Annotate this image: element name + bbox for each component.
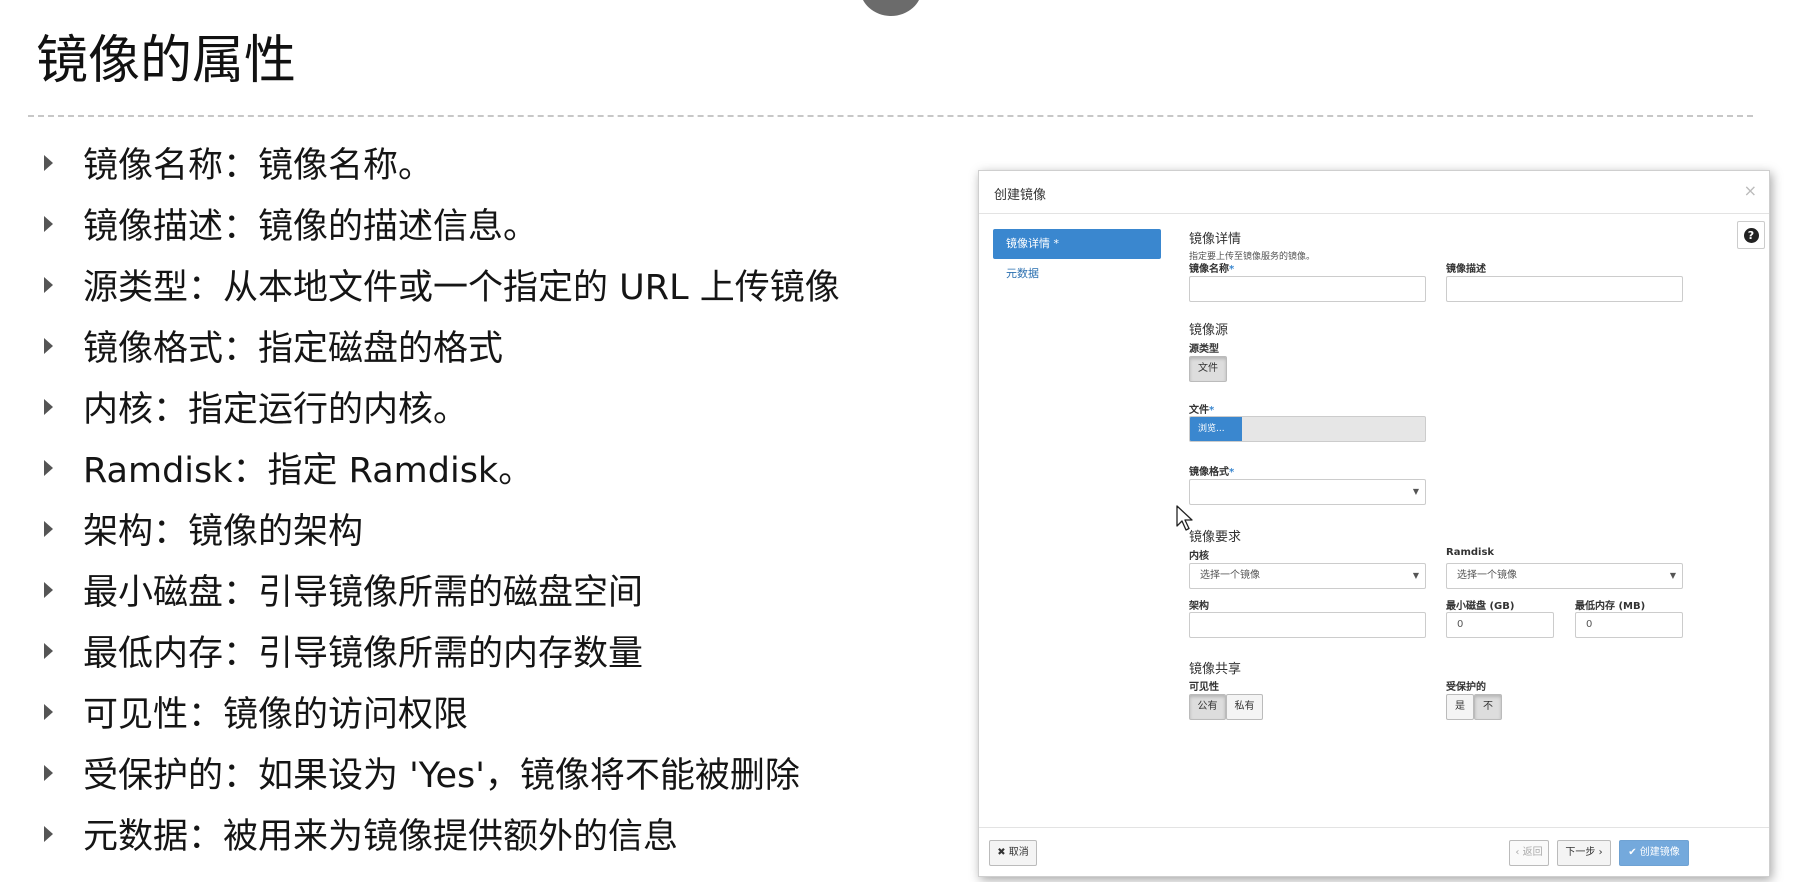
- create-image-dialog: 创建镜像 × 镜像详情 * 元数据 ? 镜像详情 指定要上传至镜像服务的镜像。 …: [978, 170, 1770, 877]
- bullet-item: 源类型：从本地文件或一个指定的 URL 上传镜像: [40, 254, 840, 315]
- triangle-bullet-icon: [44, 398, 53, 415]
- create-image-button[interactable]: ✔ 创建镜像: [1619, 840, 1689, 866]
- min-ram-label: 最低内存 (MB): [1575, 601, 1646, 612]
- bullet-item: 元数据：被用来为镜像提供额外的信息: [40, 803, 840, 864]
- mouse-pointer-icon: [1176, 505, 1193, 531]
- triangle-bullet-icon: [44, 642, 53, 659]
- kernel-label: 内核: [1189, 551, 1209, 562]
- slide-title: 镜像的属性: [36, 31, 297, 91]
- triangle-bullet-icon: [44, 215, 53, 232]
- next-button[interactable]: 下一步 ›: [1557, 840, 1611, 866]
- triangle-bullet-icon: [44, 764, 53, 781]
- question-icon: ?: [1743, 227, 1759, 243]
- bullet-list: 镜像名称：镜像名称。 镜像描述：镜像的描述信息。 源类型：从本地文件或一个指定的…: [40, 132, 840, 864]
- visibility-public-button[interactable]: 公有: [1189, 694, 1226, 720]
- cancel-button[interactable]: ✖ 取消: [989, 840, 1037, 866]
- back-button[interactable]: ‹ 返回: [1509, 840, 1549, 866]
- min-ram-input[interactable]: 0: [1575, 612, 1683, 638]
- source-type-label: 源类型: [1189, 344, 1219, 355]
- sidebar-item-metadata[interactable]: 元数据: [993, 259, 1161, 289]
- file-input[interactable]: 浏览...: [1189, 416, 1426, 442]
- source-type-file-button[interactable]: 文件: [1189, 356, 1227, 382]
- triangle-bullet-icon: [44, 459, 53, 476]
- browse-button[interactable]: 浏览...: [1190, 417, 1242, 441]
- bullet-item: 镜像描述：镜像的描述信息。: [40, 193, 840, 254]
- wizard-sidebar: 镜像详情 * 元数据: [993, 229, 1161, 289]
- caret-down-icon: ▼: [1669, 571, 1676, 580]
- bullet-item: 内核：指定运行的内核。: [40, 376, 840, 437]
- triangle-bullet-icon: [44, 154, 53, 171]
- caret-down-icon: ▼: [1412, 571, 1419, 580]
- required-mark: *: [1053, 237, 1060, 250]
- caret-down-icon: ▼: [1412, 487, 1419, 496]
- min-disk-input[interactable]: 0: [1446, 612, 1554, 638]
- file-label: 文件*: [1189, 405, 1215, 416]
- protected-label: 受保护的: [1446, 682, 1486, 693]
- close-icon[interactable]: ×: [1744, 181, 1757, 200]
- arch-input[interactable]: [1189, 612, 1426, 638]
- triangle-bullet-icon: [44, 825, 53, 842]
- kernel-select[interactable]: 选择一个镜像 ▼: [1189, 563, 1426, 589]
- check-icon: ✔: [1628, 847, 1637, 858]
- image-name-input[interactable]: [1189, 276, 1426, 302]
- bullet-item: 镜像名称：镜像名称。: [40, 132, 840, 193]
- dialog-footer: ✖ 取消 ‹ 返回 下一步 › ✔ 创建镜像: [979, 827, 1769, 876]
- protected-no-button[interactable]: 不: [1474, 694, 1502, 720]
- visibility-label: 可见性: [1189, 682, 1219, 693]
- image-format-select[interactable]: ▼: [1189, 479, 1426, 505]
- dialog-header: 创建镜像 ×: [979, 171, 1769, 214]
- title-divider: [28, 115, 1753, 117]
- image-format-label: 镜像格式*: [1189, 467, 1235, 478]
- bullet-item: 受保护的：如果设为 'Yes'，镜像将不能被删除: [40, 742, 840, 803]
- triangle-bullet-icon: [44, 703, 53, 720]
- image-desc-label: 镜像描述: [1446, 264, 1486, 275]
- triangle-bullet-icon: [44, 337, 53, 354]
- bullet-item: 架构：镜像的架构: [40, 498, 840, 559]
- dialog-title: 创建镜像: [994, 188, 1047, 203]
- details-heading: 镜像详情: [1189, 232, 1242, 247]
- requirements-heading: 镜像要求: [1189, 530, 1242, 545]
- close-x-icon: ✖: [997, 847, 1006, 858]
- bullet-item: 最小磁盘：引导镜像所需的磁盘空间: [40, 559, 840, 620]
- triangle-bullet-icon: [44, 520, 53, 537]
- visibility-private-button[interactable]: 私有: [1226, 694, 1263, 720]
- bullet-item: 镜像格式：指定磁盘的格式: [40, 315, 840, 376]
- min-disk-label: 最小磁盘 (GB): [1446, 601, 1515, 612]
- bullet-item: 可见性：镜像的访问权限: [40, 681, 840, 742]
- top-circle-decoration: [860, 0, 922, 16]
- source-heading: 镜像源: [1189, 323, 1229, 338]
- triangle-bullet-icon: [44, 581, 53, 598]
- bullet-item: 最低内存：引导镜像所需的内存数量: [40, 620, 840, 681]
- protected-yes-button[interactable]: 是: [1446, 694, 1474, 720]
- help-button[interactable]: ?: [1737, 221, 1765, 249]
- bullet-item: Ramdisk：指定 Ramdisk。: [40, 437, 840, 498]
- arch-label: 架构: [1189, 601, 1209, 612]
- image-desc-input[interactable]: [1446, 276, 1683, 302]
- ramdisk-select[interactable]: 选择一个镜像 ▼: [1446, 563, 1683, 589]
- sharing-heading: 镜像共享: [1189, 662, 1242, 677]
- sidebar-item-details[interactable]: 镜像详情 *: [993, 229, 1161, 259]
- image-name-label: 镜像名称*: [1189, 264, 1235, 275]
- triangle-bullet-icon: [44, 276, 53, 293]
- ramdisk-label: Ramdisk: [1446, 547, 1495, 558]
